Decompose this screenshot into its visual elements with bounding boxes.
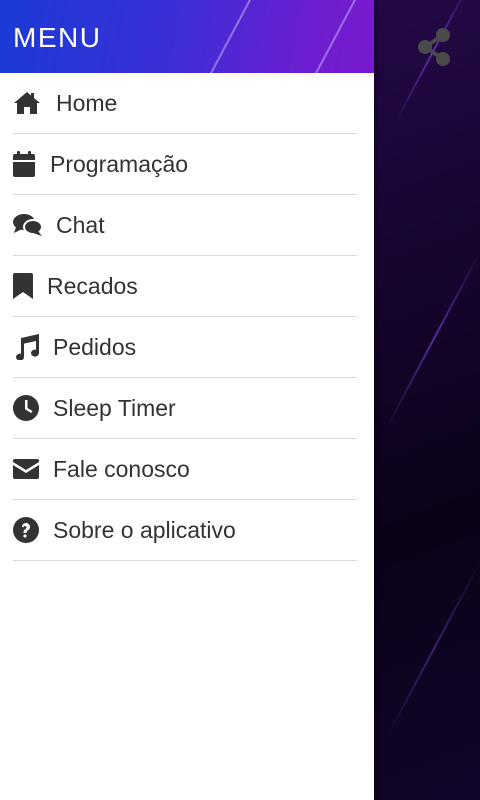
menu-item-recados[interactable]: Recados	[13, 256, 357, 317]
menu-item-programacao[interactable]: Programação	[13, 134, 357, 195]
menu-item-label: Pedidos	[53, 334, 137, 360]
menu-item-label: Sobre o aplicativo	[53, 517, 236, 543]
chat-icon	[13, 211, 56, 239]
background-streak	[386, 250, 480, 428]
menu-item-sobre-o-aplicativo[interactable]: Sobre o aplicativo	[13, 500, 357, 561]
menu-item-label: Fale conosco	[53, 456, 190, 482]
menu-item-label: Chat	[56, 212, 105, 238]
menu-item-chat[interactable]: Chat	[13, 195, 357, 256]
bookmark-icon	[13, 272, 47, 300]
app-screen: MENU Home Programação Chat Recados Pedid…	[0, 0, 480, 800]
header-streak	[304, 0, 358, 73]
drawer-title: MENU	[13, 22, 102, 53]
music-icon	[13, 333, 53, 361]
calendar-icon	[13, 150, 50, 178]
menu-item-label: Sleep Timer	[53, 395, 176, 421]
menu-item-pedidos[interactable]: Pedidos	[13, 317, 357, 378]
share-icon	[418, 28, 450, 66]
navigation-drawer: MENU Home Programação Chat Recados Pedid…	[0, 0, 374, 800]
menu-item-home[interactable]: Home	[13, 73, 357, 134]
menu-item-label: Programação	[50, 151, 189, 177]
menu-item-fale-conosco[interactable]: Fale conosco	[13, 439, 357, 500]
share-button[interactable]	[416, 27, 454, 67]
home-icon	[13, 89, 56, 117]
question-circle-icon	[13, 516, 53, 544]
menu-item-sleep-timer[interactable]: Sleep Timer	[13, 378, 357, 439]
clock-icon	[13, 394, 53, 422]
menu-item-label: Recados	[47, 273, 138, 299]
envelope-icon	[13, 455, 53, 483]
header-streak	[199, 0, 253, 73]
drawer-header: MENU	[0, 0, 374, 73]
menu-item-label: Home	[56, 90, 118, 116]
background-streak	[386, 560, 480, 738]
menu-list: Home Programação Chat Recados Pedidos Sl…	[0, 73, 374, 561]
